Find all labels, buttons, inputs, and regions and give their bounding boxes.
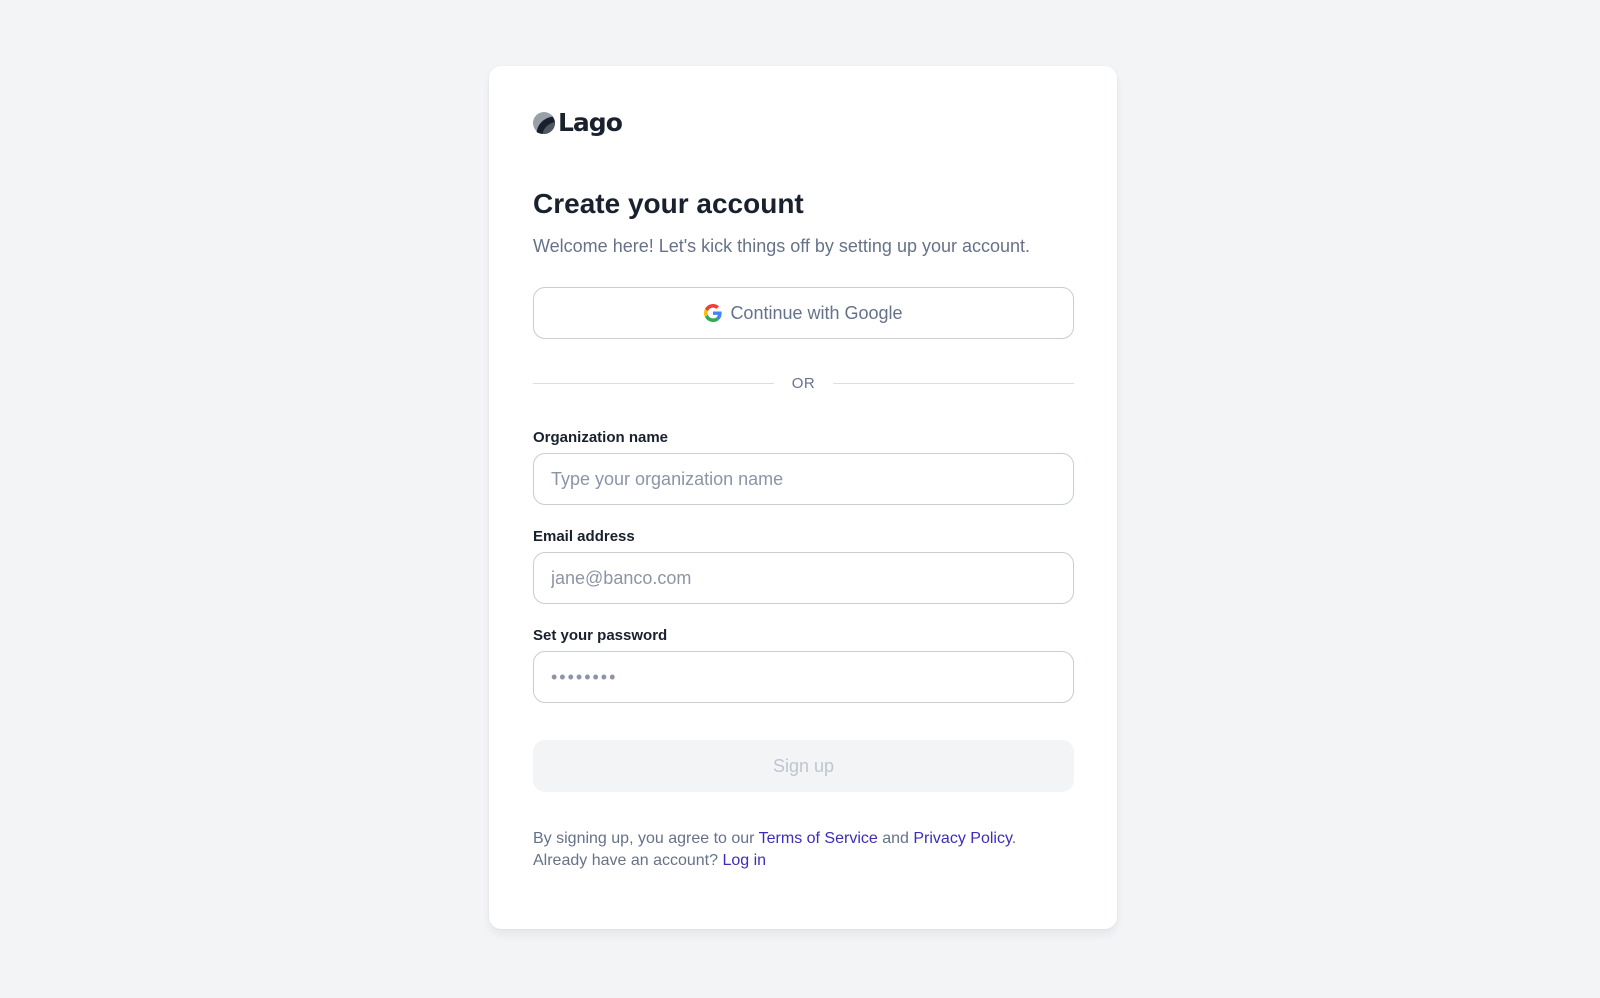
sign-up-button[interactable]: Sign up bbox=[533, 740, 1074, 792]
lago-logo-icon bbox=[533, 112, 555, 134]
login-line: Already have an account? Log in bbox=[533, 850, 1073, 872]
google-button-label: Continue with Google bbox=[730, 302, 903, 323]
brand-logo: Lago bbox=[533, 108, 1073, 138]
password-input[interactable] bbox=[533, 651, 1074, 703]
brand-name: Lago bbox=[558, 107, 623, 137]
email-field-group: Email address bbox=[533, 527, 1074, 604]
login-prefix-text: Already have an account? bbox=[533, 852, 723, 869]
and-text: and bbox=[877, 830, 914, 847]
email-label: Email address bbox=[533, 528, 635, 545]
google-g-icon bbox=[704, 304, 723, 322]
organization-name-input[interactable] bbox=[533, 453, 1074, 505]
email-input[interactable] bbox=[533, 552, 1074, 604]
terms-of-service-link[interactable]: Terms of Service bbox=[759, 830, 878, 847]
or-divider: OR bbox=[533, 375, 1074, 392]
signup-card: Lago Create your account Welcome here! L… bbox=[489, 66, 1117, 929]
terms-line: By signing up, you agree to our Terms of… bbox=[533, 828, 1073, 850]
organization-name-field-group: Organization name bbox=[533, 428, 1074, 505]
divider-line-left bbox=[533, 383, 774, 384]
divider-label: OR bbox=[791, 375, 816, 392]
log-in-link[interactable]: Log in bbox=[722, 852, 766, 869]
terms-period: . bbox=[1011, 830, 1017, 847]
terms-prefix-text: By signing up, you agree to our bbox=[533, 830, 759, 847]
legal-footer: By signing up, you agree to our Terms of… bbox=[533, 828, 1073, 872]
privacy-policy-link[interactable]: Privacy Policy bbox=[913, 830, 1011, 847]
organization-name-label: Organization name bbox=[533, 429, 669, 446]
continue-with-google-button[interactable]: Continue with Google bbox=[533, 287, 1074, 339]
password-field-group: Set your password bbox=[533, 626, 1074, 703]
password-label: Set your password bbox=[533, 627, 668, 644]
page-subtitle: Welcome here! Let's kick things off by s… bbox=[533, 236, 1031, 256]
page-title: Create your account bbox=[533, 188, 804, 219]
divider-line-right bbox=[833, 383, 1074, 384]
